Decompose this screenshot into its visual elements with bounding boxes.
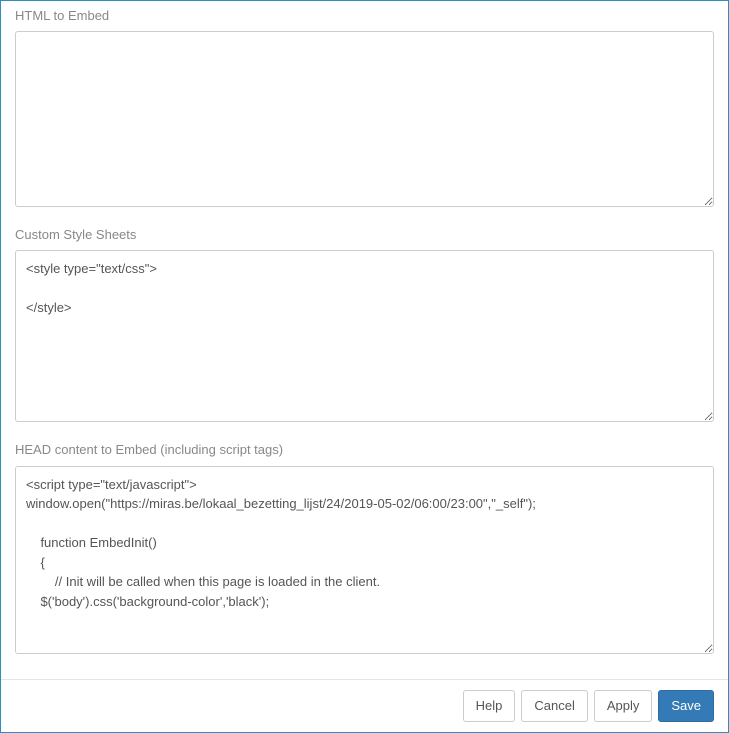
html-embed-label: HTML to Embed	[15, 7, 714, 25]
form-content: HTML to Embed Custom Style Sheets HEAD c…	[1, 1, 728, 679]
custom-css-label: Custom Style Sheets	[15, 226, 714, 244]
custom-css-textarea[interactable]	[15, 250, 714, 422]
html-embed-textarea[interactable]	[15, 31, 714, 207]
html-embed-group: HTML to Embed	[15, 7, 714, 210]
embed-settings-panel: HTML to Embed Custom Style Sheets HEAD c…	[0, 0, 729, 733]
save-button[interactable]: Save	[658, 690, 714, 722]
head-embed-label: HEAD content to Embed (including script …	[15, 441, 714, 459]
head-embed-group: HEAD content to Embed (including script …	[15, 441, 714, 656]
head-embed-textarea[interactable]	[15, 466, 714, 654]
apply-button[interactable]: Apply	[594, 690, 653, 722]
custom-css-group: Custom Style Sheets	[15, 226, 714, 425]
help-button[interactable]: Help	[463, 690, 516, 722]
cancel-button[interactable]: Cancel	[521, 690, 587, 722]
dialog-footer: Help Cancel Apply Save	[1, 679, 728, 732]
